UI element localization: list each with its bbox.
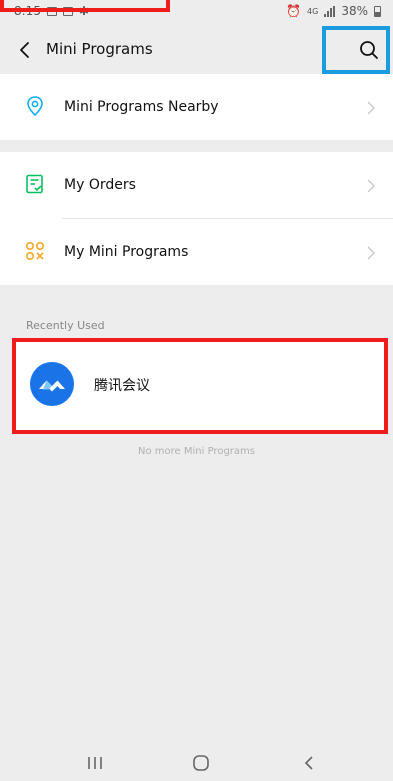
recent-item-name: 腾讯会议 <box>94 378 150 394</box>
no-more-note: No more Mini Programs <box>138 446 255 457</box>
recent-item-tencent-meeting[interactable]: 腾讯会议 <box>12 338 388 434</box>
system-back-button[interactable] <box>294 753 324 773</box>
recent-apps-icon <box>88 757 102 769</box>
network-type: 4G <box>307 6 319 16</box>
menu-item-nearby[interactable]: Mini Programs Nearby <box>0 74 393 140</box>
signal-icon <box>324 5 336 17</box>
location-pin-icon <box>24 95 48 119</box>
search-highlight-box <box>322 26 390 74</box>
my-card: My Orders My Mini Programs <box>0 152 393 285</box>
page-title: Mini Programs <box>46 40 153 58</box>
order-list-icon <box>24 173 48 197</box>
mini-program-grid-icon <box>24 240 48 264</box>
menu-item-label: My Mini Programs <box>64 244 189 260</box>
recently-used-header: Recently Used <box>26 319 105 332</box>
back-arrow-icon <box>20 42 29 58</box>
status-right: ⏰ 4G 38% <box>286 4 381 18</box>
menu-item-label: Mini Programs Nearby <box>64 99 219 115</box>
home-button[interactable] <box>186 753 216 773</box>
back-button[interactable] <box>14 38 36 62</box>
chevron-right-icon <box>367 245 375 260</box>
status-highlight-box <box>0 0 170 12</box>
recent-apps-button[interactable] <box>80 753 110 773</box>
alarm-icon: ⏰ <box>286 4 302 18</box>
battery-icon <box>374 5 381 17</box>
chevron-right-icon <box>367 100 375 115</box>
nearby-card: Mini Programs Nearby <box>0 74 393 140</box>
menu-item-label: My Orders <box>64 177 136 193</box>
battery-percent: 38% <box>341 4 368 18</box>
tencent-meeting-logo <box>30 362 74 406</box>
menu-item-my-mini-programs[interactable]: My Mini Programs <box>0 219 393 285</box>
back-chevron-icon <box>304 756 313 770</box>
menu-item-orders[interactable]: My Orders <box>0 152 393 218</box>
chevron-right-icon <box>367 178 375 193</box>
home-icon <box>193 755 209 771</box>
system-nav-bar <box>0 745 393 781</box>
